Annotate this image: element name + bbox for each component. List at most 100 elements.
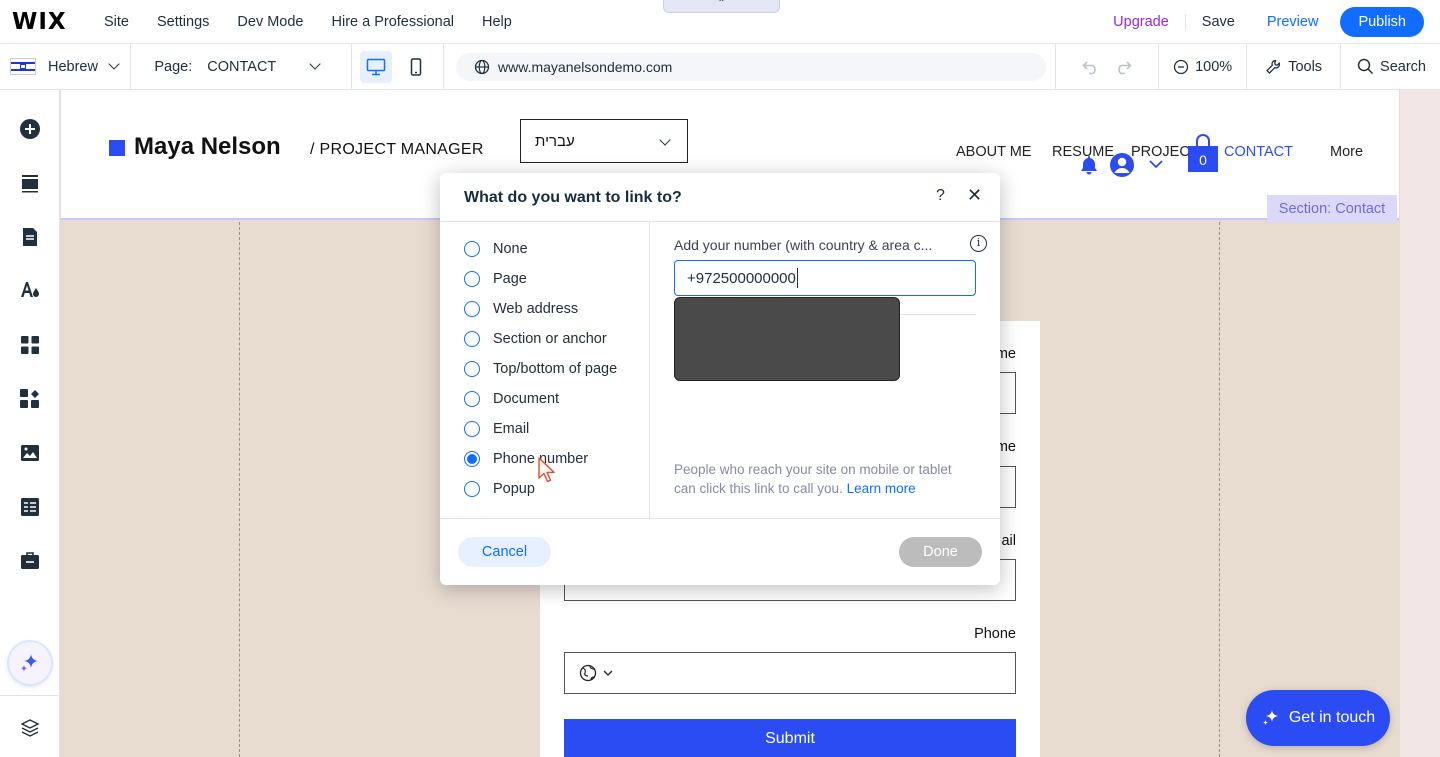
learn-more-link[interactable]: Learn more — [847, 481, 916, 496]
pages-icon[interactable] — [18, 225, 42, 249]
link-option-top-bottom[interactable]: Top/bottom of page — [464, 361, 617, 377]
tooltip-popover — [674, 297, 900, 381]
nav-contact[interactable]: CONTACT — [1224, 144, 1330, 160]
link-option-document[interactable]: Document — [464, 391, 559, 407]
cancel-button[interactable]: Cancel — [458, 537, 551, 567]
member-avatar-icon[interactable] — [1109, 152, 1135, 178]
site-url-bar[interactable]: www.mayanelsondemo.com — [456, 52, 1047, 81]
sidebar-divider — [0, 695, 60, 696]
link-option-page[interactable]: Page — [464, 271, 527, 287]
cart-count: 0 — [1199, 152, 1207, 168]
radio-button[interactable] — [464, 241, 480, 257]
link-option-email[interactable]: Email — [464, 421, 529, 437]
site-owner-name[interactable]: Maya Nelson — [134, 133, 281, 161]
menu-settings[interactable]: Settings — [143, 14, 223, 30]
collapse-topbar-tab[interactable]: ⌃ — [663, 0, 780, 13]
chevron-down-icon — [108, 58, 120, 70]
link-option-popup[interactable]: Popup — [464, 481, 535, 497]
editor-toolbar: Hebrew Page: CONTACT www.mayanelsondemo.… — [0, 43, 1440, 90]
menu-site[interactable]: Site — [90, 14, 143, 30]
site-owner-role[interactable]: / PROJECT MANAGER — [310, 141, 484, 159]
form-label-email: ail — [1001, 533, 1016, 549]
save-button[interactable]: Save — [1186, 14, 1251, 30]
site-language-select[interactable]: עברית — [520, 119, 688, 163]
radio-button[interactable] — [464, 421, 480, 437]
info-icon[interactable]: i — [970, 235, 987, 252]
add-section-icon[interactable] — [18, 171, 42, 195]
page-label: Page: — [154, 58, 193, 75]
phone-field-label: Add your number (with country & area c..… — [674, 237, 933, 253]
undo-icon[interactable] — [1082, 59, 1100, 75]
dialog-header-divider — [440, 221, 1000, 222]
apps-icon[interactable] — [18, 333, 42, 357]
layers-icon[interactable] — [18, 716, 42, 740]
upgrade-link[interactable]: Upgrade — [1097, 14, 1186, 30]
left-sidebar — [0, 90, 60, 757]
zoom-value: 100% — [1195, 58, 1233, 75]
form-input-phone[interactable] — [564, 652, 1016, 694]
mobile-view-button[interactable] — [400, 51, 432, 83]
wix-logo[interactable]: WIX — [12, 9, 90, 35]
link-option-phone-number[interactable]: Phone number — [464, 451, 588, 467]
menu-dev-mode[interactable]: Dev Mode — [223, 14, 317, 30]
redo-icon[interactable] — [1114, 59, 1132, 75]
wrench-icon — [1266, 59, 1281, 74]
portfolio-icon[interactable] — [18, 549, 42, 573]
option-label: Document — [493, 391, 560, 407]
search-label: Search — [1380, 58, 1426, 75]
nav-more[interactable]: More — [1330, 144, 1363, 160]
globe-icon — [474, 59, 490, 74]
undo-redo-group — [1056, 43, 1160, 90]
get-in-touch-label: Get in touch — [1288, 709, 1376, 726]
link-option-none[interactable]: None — [464, 241, 528, 257]
zoom-control[interactable]: 100% — [1159, 43, 1248, 90]
done-button[interactable]: Done — [899, 537, 982, 567]
cms-icon[interactable] — [18, 495, 42, 519]
radio-button[interactable] — [464, 271, 480, 287]
desktop-view-button[interactable] — [360, 50, 393, 83]
cart-button[interactable]: 0 — [1187, 133, 1219, 173]
publish-button[interactable]: Publish — [1340, 7, 1424, 37]
radio-button[interactable] — [464, 481, 480, 497]
link-option-web-address[interactable]: Web address — [464, 301, 578, 317]
grid-guide-left — [239, 222, 240, 757]
radio-button[interactable] — [464, 301, 480, 317]
close-icon[interactable]: ✕ — [967, 185, 982, 206]
menu-hire-professional[interactable]: Hire a Professional — [318, 14, 469, 30]
get-in-touch-button[interactable]: Get in touch — [1246, 690, 1390, 746]
radio-button-selected[interactable] — [464, 451, 480, 467]
language-switcher[interactable]: Hebrew — [0, 43, 132, 90]
site-design-icon[interactable] — [18, 278, 42, 302]
page-selector[interactable]: Page: CONTACT — [131, 43, 353, 90]
chevron-down-icon — [659, 134, 671, 146]
radio-button[interactable] — [464, 331, 480, 347]
chevron-down-icon[interactable] — [1149, 160, 1163, 169]
preview-button[interactable]: Preview — [1251, 14, 1335, 30]
option-label: Web address — [493, 301, 579, 317]
chevron-down-icon — [309, 58, 321, 70]
search-icon — [1357, 58, 1374, 75]
link-option-section-anchor[interactable]: Section or anchor — [464, 331, 607, 347]
nav-about-me[interactable]: ABOUT ME — [956, 144, 1052, 160]
tools-button[interactable]: Tools — [1247, 43, 1342, 90]
top-actions: Upgrade Save Preview Publish — [1097, 0, 1424, 44]
option-label: Top/bottom of page — [493, 361, 618, 377]
business-apps-icon[interactable] — [18, 387, 42, 411]
menu-help[interactable]: Help — [468, 14, 526, 30]
radio-button[interactable] — [464, 391, 480, 407]
link-to-dialog: What do you want to link to? ? ✕ None Pa… — [440, 173, 1000, 585]
ai-assistant-button[interactable] — [9, 642, 51, 684]
search-button[interactable]: Search — [1341, 58, 1440, 75]
help-icon[interactable]: ? — [936, 187, 945, 205]
phone-number-input[interactable]: +972500000000 — [674, 260, 976, 296]
media-icon[interactable] — [18, 441, 42, 465]
submit-button[interactable]: Submit — [564, 719, 1016, 757]
radio-button[interactable] — [464, 361, 480, 377]
canvas-right-margin — [1400, 90, 1440, 757]
section-label-tag[interactable]: Section: Contact — [1267, 195, 1397, 223]
bell-icon[interactable] — [1080, 155, 1098, 175]
globe-icon — [579, 664, 597, 682]
brand-square-icon — [109, 140, 125, 156]
option-label: Page — [493, 271, 527, 287]
add-elements-icon[interactable] — [18, 117, 42, 141]
